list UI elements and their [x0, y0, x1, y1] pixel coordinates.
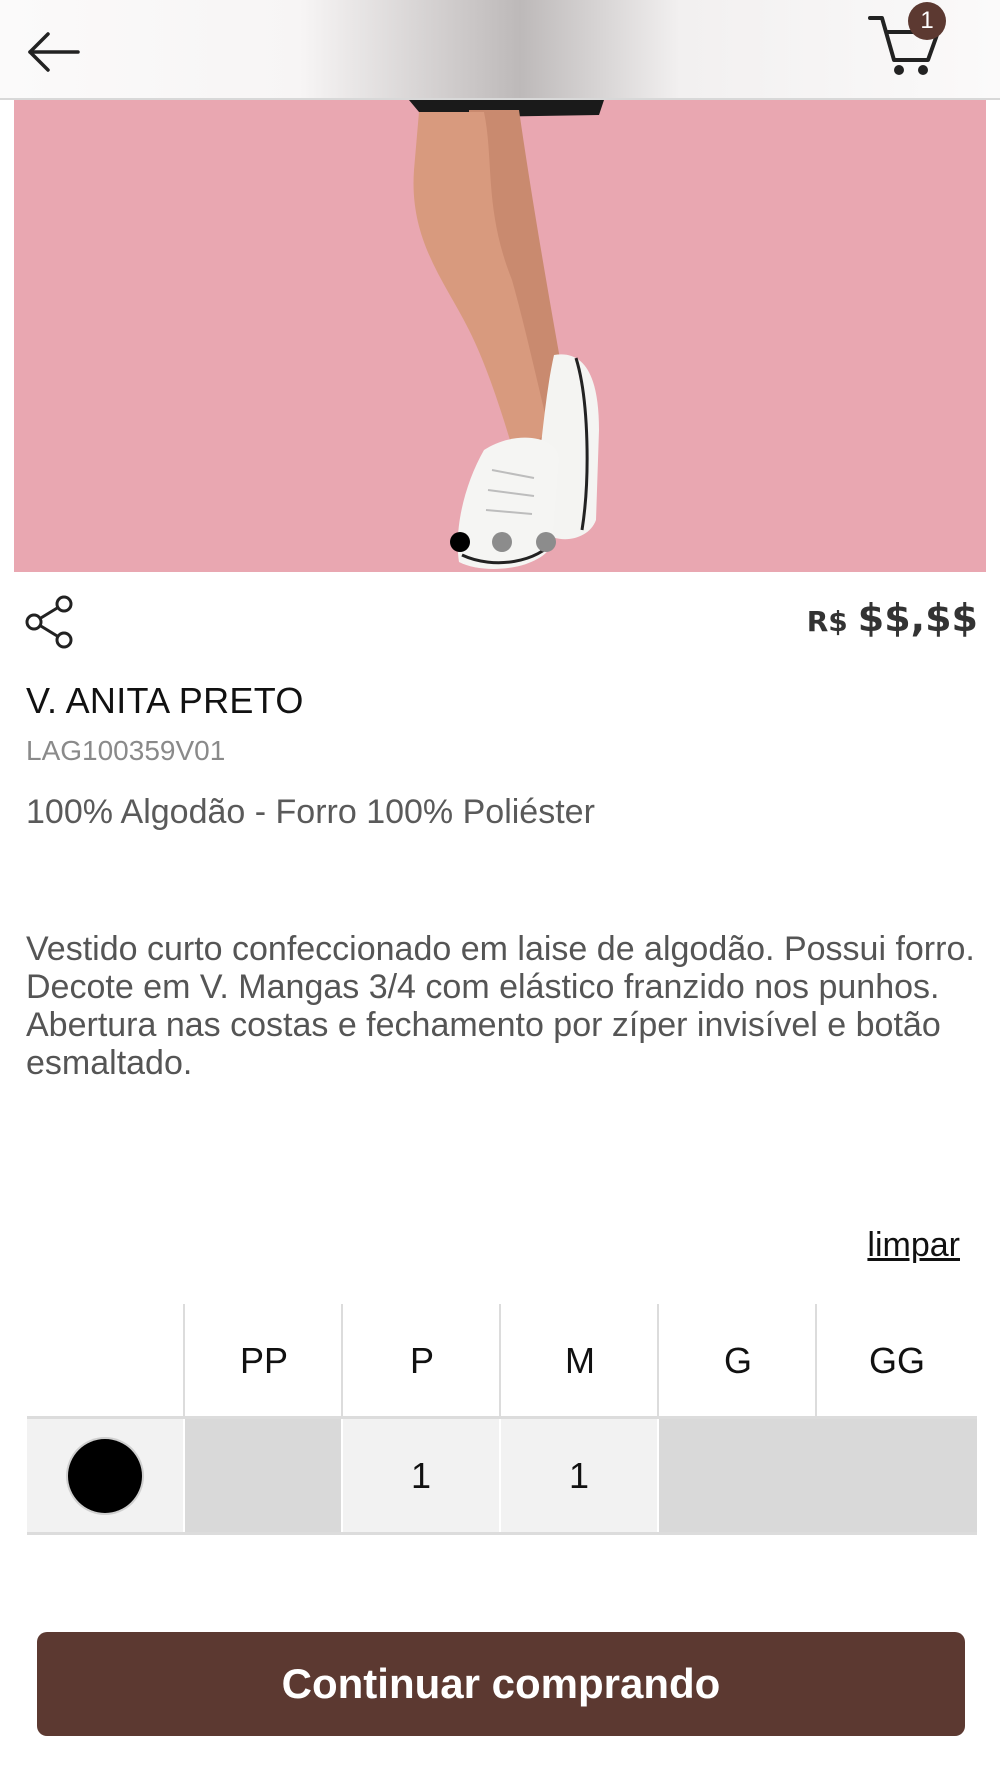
- carousel-dot-2[interactable]: [492, 532, 512, 552]
- quantity-cell-pp: [185, 1419, 341, 1532]
- carousel-dot-1[interactable]: [450, 532, 470, 552]
- product-photo: [14, 100, 986, 572]
- back-button[interactable]: [24, 28, 84, 76]
- grid-divider: [183, 1304, 185, 1418]
- size-header-g: G: [723, 1340, 752, 1381]
- image-carousel-dots: [0, 532, 1000, 554]
- size-header-pp: PP: [239, 1340, 289, 1381]
- price-value: $$,$$: [857, 596, 978, 640]
- product-sku: LAG100359V01: [26, 735, 226, 766]
- continue-shopping-button[interactable]: Continuar comprando: [37, 1632, 965, 1736]
- carousel-dot-3[interactable]: [536, 532, 556, 552]
- price-currency: R$: [806, 605, 848, 638]
- size-quantity-grid: PP P M G GG 1 1: [27, 1304, 977, 1535]
- clear-selection-link[interactable]: limpar: [867, 1226, 960, 1265]
- product-name: V. ANITA PRETO: [26, 680, 304, 721]
- grid-divider: [657, 1304, 659, 1418]
- color-swatch-black: [68, 1438, 142, 1513]
- size-header-m: M: [565, 1340, 595, 1381]
- quantity-cell-g: [659, 1419, 817, 1532]
- quantity-cell-m[interactable]: 1: [501, 1419, 657, 1532]
- share-button[interactable]: [24, 594, 76, 650]
- grid-divider: [499, 1304, 501, 1418]
- arrow-left-icon: [28, 32, 80, 72]
- color-swatch-cell[interactable]: [27, 1419, 183, 1532]
- grid-divider: [815, 1304, 817, 1418]
- cart-count-badge: 1: [908, 2, 946, 40]
- share-icon: [25, 595, 73, 649]
- product-price: R$ $$,$$: [807, 596, 978, 640]
- grid-divider: [341, 1304, 343, 1418]
- quantity-cell-p[interactable]: 1: [343, 1419, 499, 1532]
- product-image[interactable]: [14, 100, 986, 572]
- product-description: Vestido curto confeccionado em laise de …: [26, 930, 975, 1082]
- size-header-gg: GG: [868, 1340, 925, 1381]
- size-header-p: P: [409, 1340, 434, 1381]
- product-composition: 100% Algodão - Forro 100% Poliéster: [26, 793, 595, 831]
- quantity-cell-gg: [817, 1419, 977, 1532]
- grid-row-divider: [27, 1532, 977, 1535]
- top-bar: 1: [0, 0, 1000, 100]
